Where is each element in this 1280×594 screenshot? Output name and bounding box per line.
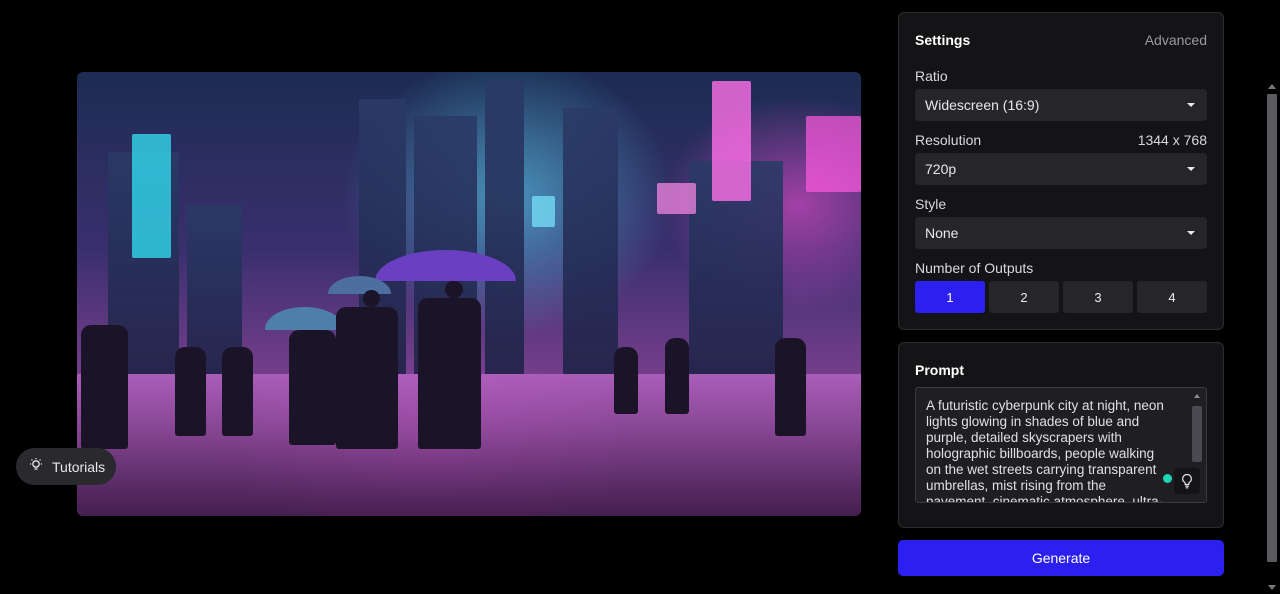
textarea-scrollbar[interactable] [1192, 406, 1202, 462]
prompt-textarea[interactable]: A futuristic cyberpunk city at night, ne… [915, 387, 1207, 503]
style-value: None [925, 225, 959, 241]
prompt-text: A futuristic cyberpunk city at night, ne… [926, 398, 1164, 503]
output-option-2[interactable]: 2 [989, 281, 1059, 313]
scroll-up-arrow-icon[interactable] [1268, 84, 1276, 89]
scroll-down-arrow-icon[interactable] [1268, 585, 1276, 590]
output-option-3[interactable]: 3 [1063, 281, 1133, 313]
resolution-select[interactable]: 720p [915, 153, 1207, 185]
settings-panel: Settings Advanced Ratio Widescreen (16:9… [898, 12, 1224, 330]
tutorials-label: Tutorials [52, 458, 106, 475]
page-scrollbar-thumb[interactable] [1267, 94, 1277, 562]
prompt-title: Prompt [915, 362, 964, 378]
prompt-helper-button[interactable] [1174, 468, 1200, 494]
caret-down-icon [1187, 231, 1195, 235]
ratio-select[interactable]: Widescreen (16:9) [915, 89, 1207, 121]
output-option-1[interactable]: 1 [915, 281, 985, 313]
resolution-value: 720p [925, 161, 957, 177]
generate-button[interactable]: Generate [898, 540, 1224, 576]
ratio-label: Ratio [915, 68, 948, 84]
generated-image [77, 72, 861, 516]
style-label: Style [915, 196, 947, 212]
scroll-up-arrow-icon[interactable] [1194, 394, 1200, 398]
outputs-label: Number of Outputs [915, 260, 1034, 276]
caret-down-icon [1187, 167, 1195, 171]
caret-down-icon [1187, 103, 1195, 107]
tutorials-button[interactable]: Tutorials [16, 448, 116, 485]
resolution-dimensions: 1344 x 768 [1137, 132, 1207, 148]
resolution-label: Resolution [915, 132, 982, 148]
settings-title: Settings [915, 32, 971, 48]
advanced-link[interactable]: Advanced [1145, 32, 1207, 48]
status-dot [1163, 474, 1172, 483]
ratio-value: Widescreen (16:9) [925, 97, 1040, 113]
output-option-4[interactable]: 4 [1137, 281, 1207, 313]
prompt-panel: Prompt A futuristic cyberpunk city at ni… [898, 342, 1224, 528]
lightbulb-icon [28, 457, 44, 476]
lightbulb-icon [1182, 473, 1192, 489]
outputs-selector: 1 2 3 4 [915, 281, 1207, 313]
style-select[interactable]: None [915, 217, 1207, 249]
